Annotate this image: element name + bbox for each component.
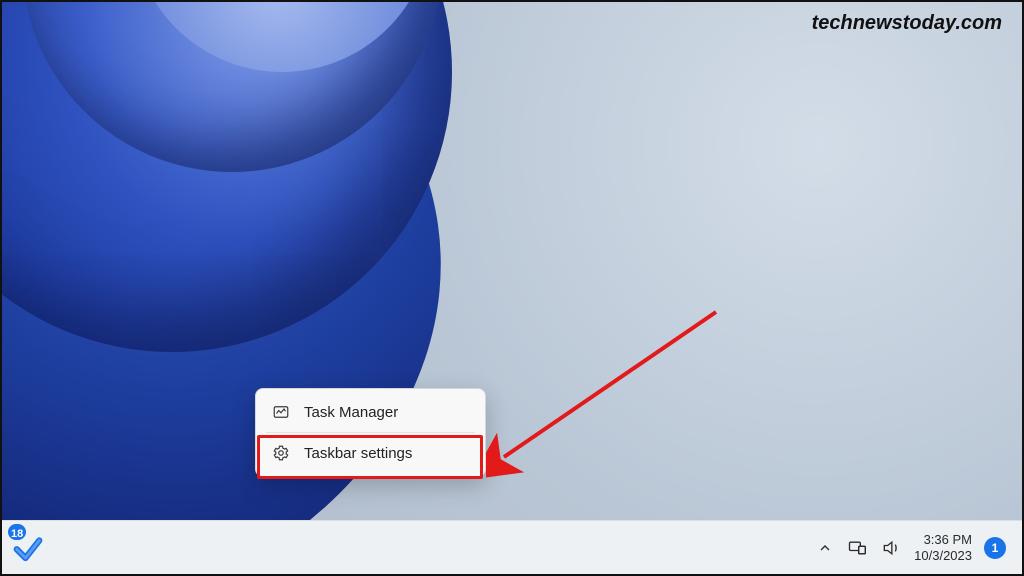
taskbar-left: 18 [2, 528, 48, 568]
volume-icon[interactable] [880, 537, 902, 559]
menu-item-label: Taskbar settings [304, 445, 412, 462]
menu-item-taskbar-settings[interactable]: Taskbar settings [262, 436, 479, 470]
time-text: 3:36 PM [914, 532, 972, 548]
system-tray: 3:36 PM 10/3/2023 1 [816, 532, 1022, 564]
desktop-wallpaper[interactable] [2, 2, 1022, 574]
network-icon[interactable] [846, 537, 868, 559]
menu-separator [266, 432, 475, 433]
taskbar[interactable]: 18 [2, 520, 1022, 574]
source-watermark: technewstoday.com [812, 12, 1002, 35]
menu-item-label: Task Manager [304, 404, 398, 421]
clock[interactable]: 3:36 PM 10/3/2023 [914, 532, 972, 564]
taskbar-context-menu: Task Manager Taskbar settings [255, 388, 486, 477]
todo-app-icon[interactable]: 18 [8, 528, 48, 568]
notification-badge[interactable]: 1 [984, 537, 1006, 559]
task-manager-icon [272, 403, 290, 421]
screenshot-frame: technewstoday.com Task Manager Taskbar s… [0, 0, 1024, 576]
menu-item-task-manager[interactable]: Task Manager [262, 395, 479, 429]
todo-badge: 18 [6, 522, 28, 542]
chevron-up-icon[interactable] [816, 539, 834, 557]
gear-icon [272, 444, 290, 462]
date-text: 10/3/2023 [914, 548, 972, 564]
